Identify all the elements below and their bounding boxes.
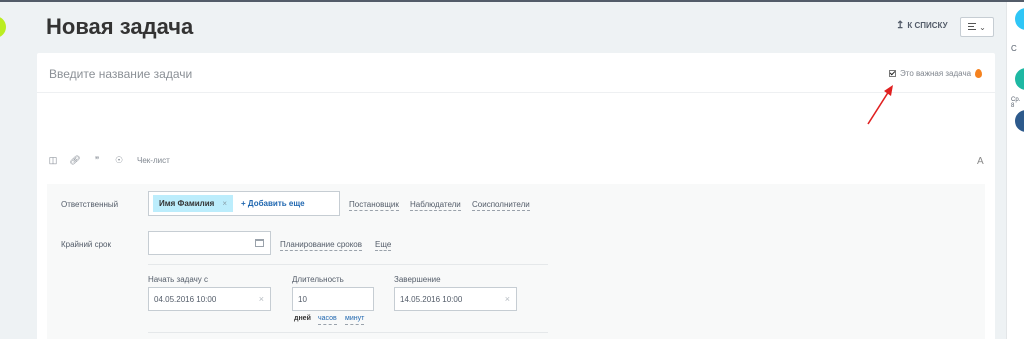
link-observers[interactable]: Наблюдатели <box>410 200 461 211</box>
link-more[interactable]: Еще <box>375 240 392 251</box>
arrow-up-icon: ↥ <box>896 20 905 31</box>
task-fields-area: Ответственный Имя Фамилия × + Добавить е… <box>47 184 985 339</box>
unit-minutes[interactable]: минут <box>345 314 365 325</box>
clear-start-icon[interactable]: × <box>259 294 264 304</box>
editor-toolbar: ◫ 🔗︎ ” ☉ Чек-лист <box>47 154 170 166</box>
section-divider-bottom <box>148 332 548 333</box>
top-bar-line <box>0 0 1024 2</box>
title-divider <box>37 92 995 93</box>
responsible-label: Ответственный <box>61 200 119 209</box>
duration-value: 10 <box>298 294 307 304</box>
page-title: Новая задача <box>46 14 194 39</box>
end-date-value: 14.05.2016 10:00 <box>400 294 463 304</box>
start-date-input[interactable]: 04.05.2016 10:00 × <box>148 287 271 311</box>
right-panel-avatar-navy[interactable] <box>1015 110 1024 132</box>
files-icon[interactable]: ◫ <box>47 154 59 166</box>
clear-end-icon[interactable]: × <box>505 294 510 304</box>
start-label: Начать задачу с <box>148 275 208 284</box>
view-menu-button[interactable]: ⌄ <box>960 17 994 37</box>
link-schedule-planning[interactable]: Планирование сроков <box>280 240 363 251</box>
link-coexecutors[interactable]: Соисполнители <box>472 200 530 211</box>
start-date-value: 04.05.2016 10:00 <box>154 294 217 304</box>
deadline-input[interactable] <box>148 231 271 255</box>
important-label: Это важная задача <box>900 69 972 78</box>
checklist-button[interactable]: Чек-лист <box>137 156 170 165</box>
end-date-input[interactable]: 14.05.2016 10:00 × <box>394 287 517 311</box>
responsible-field[interactable]: Имя Фамилия × + Добавить еще <box>148 191 340 216</box>
right-panel-date: Ср. 8 <box>1011 97 1021 109</box>
important-task-toggle[interactable]: Это важная задача <box>889 69 983 78</box>
task-form-card: Это важная задача ◫ 🔗︎ ” ☉ Чек-лист A От… <box>37 53 995 339</box>
mention-user-icon[interactable]: ☉ <box>113 154 125 166</box>
right-panel-letter: С <box>1011 44 1017 53</box>
add-more-link[interactable]: + Добавить еще <box>241 199 305 208</box>
unit-days[interactable]: дней <box>294 315 311 322</box>
unit-hours[interactable]: часов <box>318 314 337 325</box>
important-checkbox[interactable] <box>889 70 896 77</box>
chevron-down-icon: ⌄ <box>979 22 986 32</box>
right-side-panel: С Ср. 8 <box>1006 2 1024 339</box>
right-panel-avatar-teal[interactable] <box>1015 68 1024 90</box>
remove-person-icon[interactable]: × <box>222 199 227 208</box>
responsible-person-tag: Имя Фамилия × <box>153 195 234 212</box>
duration-input[interactable]: 10 <box>292 287 374 311</box>
font-format-icon[interactable]: A <box>977 156 984 167</box>
duration-label: Длительность <box>292 275 344 284</box>
quote-icon[interactable]: ” <box>91 154 103 166</box>
end-label: Завершение <box>394 275 441 284</box>
to-list-link[interactable]: ↥ К СПИСКУ <box>896 20 948 31</box>
responsible-person-name: Имя Фамилия <box>159 199 215 208</box>
left-panel-indicator[interactable] <box>0 16 6 38</box>
section-divider <box>148 264 548 265</box>
right-panel-avatar-blue[interactable] <box>1015 8 1024 30</box>
deadline-label: Крайний срок <box>61 240 112 249</box>
link-icon[interactable]: 🔗︎ <box>69 154 81 166</box>
to-list-label: К СПИСКУ <box>907 21 948 30</box>
link-creator[interactable]: Постановщик <box>349 200 399 211</box>
fire-icon <box>975 69 983 78</box>
calendar-icon[interactable] <box>255 239 264 247</box>
menu-lines-icon <box>968 23 977 31</box>
task-name-input[interactable] <box>49 65 869 83</box>
